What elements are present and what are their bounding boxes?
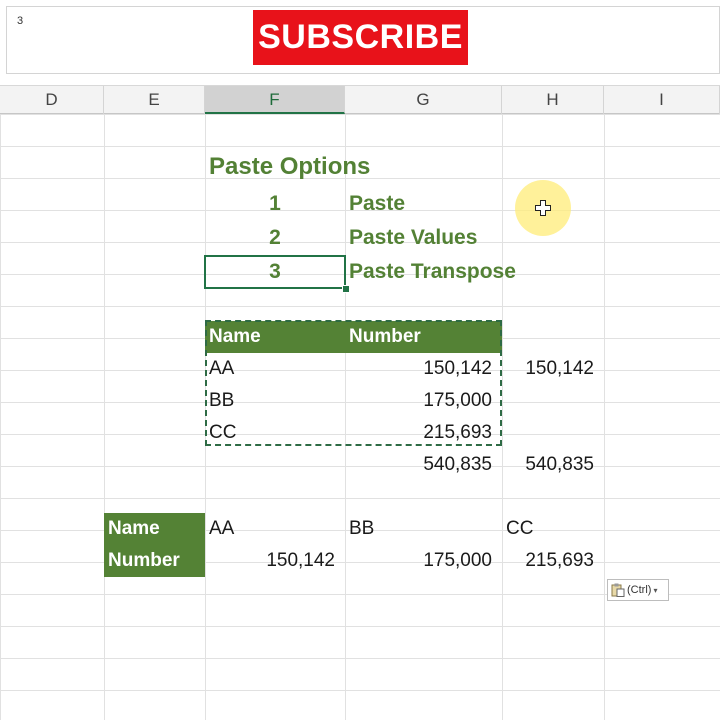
column-header-i[interactable]: I: [604, 86, 720, 114]
table-header-name[interactable]: Name: [205, 321, 345, 353]
transposed-cell-name[interactable]: BB: [345, 513, 502, 545]
paste-options-title[interactable]: Paste Options: [209, 151, 469, 183]
column-header-f[interactable]: F: [205, 86, 345, 114]
table-cell-number[interactable]: 215,693: [345, 417, 502, 449]
gridline: [104, 114, 105, 720]
transposed-cell-number[interactable]: 215,693: [502, 545, 604, 577]
paste-options-label: (Ctrl): [627, 584, 652, 596]
transposed-cell-name[interactable]: AA: [205, 513, 345, 545]
chevron-down-icon: ▾: [653, 585, 658, 595]
gridline: [604, 114, 605, 720]
table-cell-name[interactable]: BB: [205, 385, 345, 417]
transposed-cell-number[interactable]: 150,142: [205, 545, 345, 577]
paste-option-number[interactable]: 1: [205, 188, 345, 220]
table-total[interactable]: 540,835: [345, 449, 502, 481]
paste-options-button[interactable]: (Ctrl) ▾: [607, 579, 669, 601]
table-total-extra[interactable]: 540,835: [502, 449, 604, 481]
table-cell-extra[interactable]: 150,142: [502, 353, 604, 385]
transposed-cell-name[interactable]: CC: [502, 513, 604, 545]
column-header-h[interactable]: H: [502, 86, 604, 114]
active-cell-selection[interactable]: [204, 255, 346, 289]
crosshair-cursor-icon: [535, 200, 551, 216]
column-header-g[interactable]: G: [345, 86, 502, 114]
table-cell-number[interactable]: 150,142: [345, 353, 502, 385]
column-headers: D E F G H I: [0, 85, 720, 114]
transposed-cell-number[interactable]: 175,000: [345, 545, 502, 577]
formula-bar-value[interactable]: 3: [17, 15, 23, 27]
clipboard-icon: [611, 583, 625, 597]
table-cell-number[interactable]: 175,000: [345, 385, 502, 417]
paste-option-label[interactable]: Paste Transpose: [349, 256, 569, 288]
transposed-header-number[interactable]: Number: [104, 545, 205, 577]
column-header-e[interactable]: E: [104, 86, 205, 114]
paste-option-number[interactable]: 2: [205, 222, 345, 254]
table-cell-name[interactable]: CC: [205, 417, 345, 449]
column-header-d[interactable]: D: [0, 86, 104, 114]
table-cell-name[interactable]: AA: [205, 353, 345, 385]
transposed-header-name[interactable]: Name: [104, 513, 205, 545]
fill-handle[interactable]: [342, 285, 350, 293]
paste-option-label[interactable]: Paste Values: [349, 222, 549, 254]
table-header-number[interactable]: Number: [345, 321, 502, 353]
subscribe-banner[interactable]: SUBSCRIBE: [253, 10, 468, 65]
